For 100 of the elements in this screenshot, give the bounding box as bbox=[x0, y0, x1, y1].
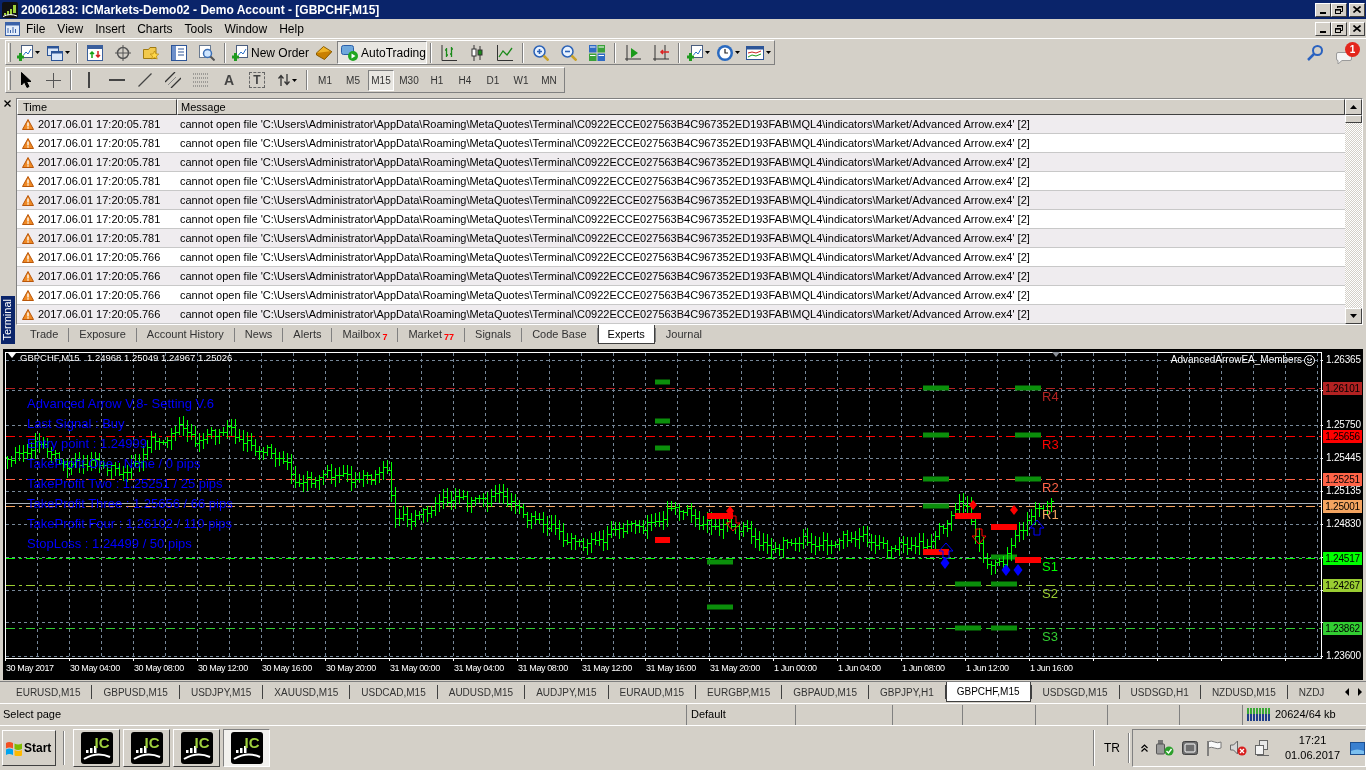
speaker-muted-icon[interactable] bbox=[1230, 740, 1247, 756]
indicators-icon[interactable] bbox=[686, 44, 703, 61]
caret-icon[interactable] bbox=[34, 51, 40, 54]
chart-tab[interactable]: EURGBP,M15 bbox=[696, 682, 782, 702]
chart-tab[interactable]: USDSGD,M15 bbox=[1031, 682, 1119, 702]
chart-tab[interactable]: GBPUSD,M15 bbox=[92, 682, 179, 702]
chart-tab[interactable]: AUDUSD,M15 bbox=[437, 682, 525, 702]
terminal-tab[interactable]: Account History bbox=[136, 325, 234, 344]
taskbar-app-button[interactable]: IC bbox=[223, 729, 270, 767]
restore-icon[interactable] bbox=[1335, 24, 1343, 33]
chart-tab[interactable]: AUDJPY,M15 bbox=[525, 682, 608, 702]
autotrading-button[interactable]: AutoTrading bbox=[337, 41, 427, 64]
crosshair-icon[interactable] bbox=[115, 44, 131, 61]
template-icon[interactable] bbox=[745, 45, 764, 60]
crosshair-icon[interactable] bbox=[45, 72, 61, 88]
close-icon[interactable] bbox=[4, 100, 11, 107]
timeframe-button[interactable]: W1 bbox=[508, 69, 534, 91]
chart-tab[interactable]: GBPJPY,H1 bbox=[869, 682, 945, 702]
autoscroll-icon[interactable] bbox=[625, 44, 641, 61]
menu-item[interactable]: Window bbox=[218, 20, 274, 37]
close-button[interactable] bbox=[1349, 21, 1365, 36]
terminal-tab[interactable]: Code Base bbox=[522, 325, 597, 344]
timeframe-button[interactable]: M15 bbox=[368, 69, 394, 91]
timeframe-button[interactable]: H1 bbox=[424, 69, 450, 91]
star-folder-icon[interactable] bbox=[143, 45, 159, 60]
caret-icon[interactable] bbox=[291, 78, 297, 82]
menu-item[interactable]: Charts bbox=[131, 20, 179, 37]
chart-tab[interactable]: GBPCHF,M15 bbox=[945, 682, 1031, 702]
trendline-icon[interactable] bbox=[138, 73, 152, 87]
language-indicator[interactable]: TR bbox=[1104, 739, 1120, 757]
terminal-tab[interactable]: Alerts bbox=[283, 325, 332, 344]
chart-tab[interactable]: NZDUSD,M15 bbox=[1200, 682, 1287, 702]
flag-icon[interactable] bbox=[1206, 740, 1222, 756]
tile-windows-icon[interactable] bbox=[589, 44, 605, 61]
timeframe-button[interactable]: H4 bbox=[452, 69, 478, 91]
terminal-tab[interactable]: Experts bbox=[597, 325, 655, 344]
window-list-icon[interactable] bbox=[171, 44, 187, 61]
scroll-left-icon[interactable] bbox=[1345, 688, 1349, 696]
autotrading-icon[interactable] bbox=[341, 44, 358, 61]
caret-icon[interactable] bbox=[765, 51, 771, 54]
clock-icon[interactable] bbox=[716, 44, 733, 61]
menu-item[interactable]: Insert bbox=[89, 20, 132, 37]
timeframe-button[interactable]: MN bbox=[536, 69, 562, 91]
overlapping-windows-icon[interactable] bbox=[46, 44, 63, 61]
dotted-lines-icon[interactable] bbox=[193, 73, 209, 87]
chart-tab[interactable]: EURAUD,M15 bbox=[608, 682, 696, 702]
line-chart-icon[interactable] bbox=[497, 44, 513, 61]
new-chart-icon[interactable] bbox=[16, 44, 33, 61]
column-header[interactable]: Message bbox=[177, 99, 1345, 115]
caret-icon[interactable] bbox=[704, 51, 710, 54]
chart-tab[interactable]: NZDJ bbox=[1287, 682, 1336, 702]
restore-icon[interactable] bbox=[1335, 5, 1343, 14]
new-order-icon[interactable] bbox=[232, 44, 248, 61]
zoom-in-icon[interactable] bbox=[533, 44, 549, 61]
menu-item[interactable]: View bbox=[51, 20, 90, 37]
terminal-tab[interactable]: Journal bbox=[655, 325, 712, 344]
scroll-right-icon[interactable] bbox=[1358, 688, 1362, 696]
chart-tab[interactable]: USDCAD,M15 bbox=[350, 682, 437, 702]
caret-icon[interactable] bbox=[734, 51, 740, 54]
scrollbar-thumb[interactable] bbox=[1345, 115, 1362, 123]
clock-time[interactable]: 17:21 bbox=[1298, 733, 1327, 748]
usb-device-icon[interactable] bbox=[1156, 740, 1174, 756]
chart-tab[interactable]: EURUSD,M15 bbox=[5, 682, 92, 702]
chart-tab[interactable]: USDJPY,M15 bbox=[179, 682, 263, 702]
text-label-tool-button[interactable]: T bbox=[249, 72, 265, 88]
timeframe-button[interactable]: M5 bbox=[340, 69, 366, 91]
bar-chart-icon[interactable] bbox=[441, 44, 457, 61]
down-arrow-icon[interactable] bbox=[1350, 314, 1357, 318]
minimize-icon[interactable] bbox=[1320, 30, 1326, 33]
chevron-up-icon[interactable] bbox=[1141, 744, 1148, 752]
timeframe-button[interactable]: M30 bbox=[396, 69, 422, 91]
taskbar-app-button[interactable]: IC bbox=[173, 729, 220, 767]
market-watch-icon[interactable] bbox=[87, 44, 103, 61]
timeframe-button[interactable]: M1 bbox=[312, 69, 338, 91]
column-header[interactable]: Time bbox=[17, 99, 177, 115]
arrows-icon[interactable] bbox=[277, 74, 290, 86]
clock-date[interactable]: 01.06.2017 bbox=[1285, 748, 1341, 763]
menu-item[interactable]: Help bbox=[273, 20, 310, 37]
chart-tab[interactable]: GBPAUD,M15 bbox=[782, 682, 868, 702]
candlestick-icon[interactable] bbox=[469, 44, 485, 61]
chart-tab[interactable]: XAUUSD,M15 bbox=[263, 682, 350, 702]
taskbar-app-button[interactable]: IC bbox=[73, 729, 120, 767]
tray-app-icon[interactable] bbox=[1182, 741, 1198, 755]
restore-button[interactable] bbox=[1331, 21, 1347, 36]
minimize-button[interactable] bbox=[1315, 2, 1331, 17]
new-order-button[interactable]: New Order bbox=[229, 41, 311, 64]
vertical-scrollbar[interactable] bbox=[1345, 99, 1362, 324]
text-tool-button[interactable]: A bbox=[221, 73, 237, 87]
terminal-tab[interactable]: News bbox=[234, 325, 283, 344]
parallel-lines-icon[interactable] bbox=[165, 72, 181, 88]
cursor-icon[interactable] bbox=[20, 72, 32, 88]
network-icon[interactable] bbox=[1255, 740, 1271, 756]
close-button[interactable] bbox=[1349, 2, 1365, 17]
search-icon[interactable] bbox=[1307, 44, 1323, 61]
menu-item[interactable]: File bbox=[20, 20, 52, 37]
close-icon[interactable] bbox=[1353, 25, 1361, 32]
start-button[interactable]: Start bbox=[2, 730, 56, 766]
menu-item[interactable]: Tools bbox=[178, 20, 219, 37]
up-arrow-icon[interactable] bbox=[1350, 105, 1357, 109]
terminal-tab[interactable]: Trade bbox=[20, 325, 69, 344]
